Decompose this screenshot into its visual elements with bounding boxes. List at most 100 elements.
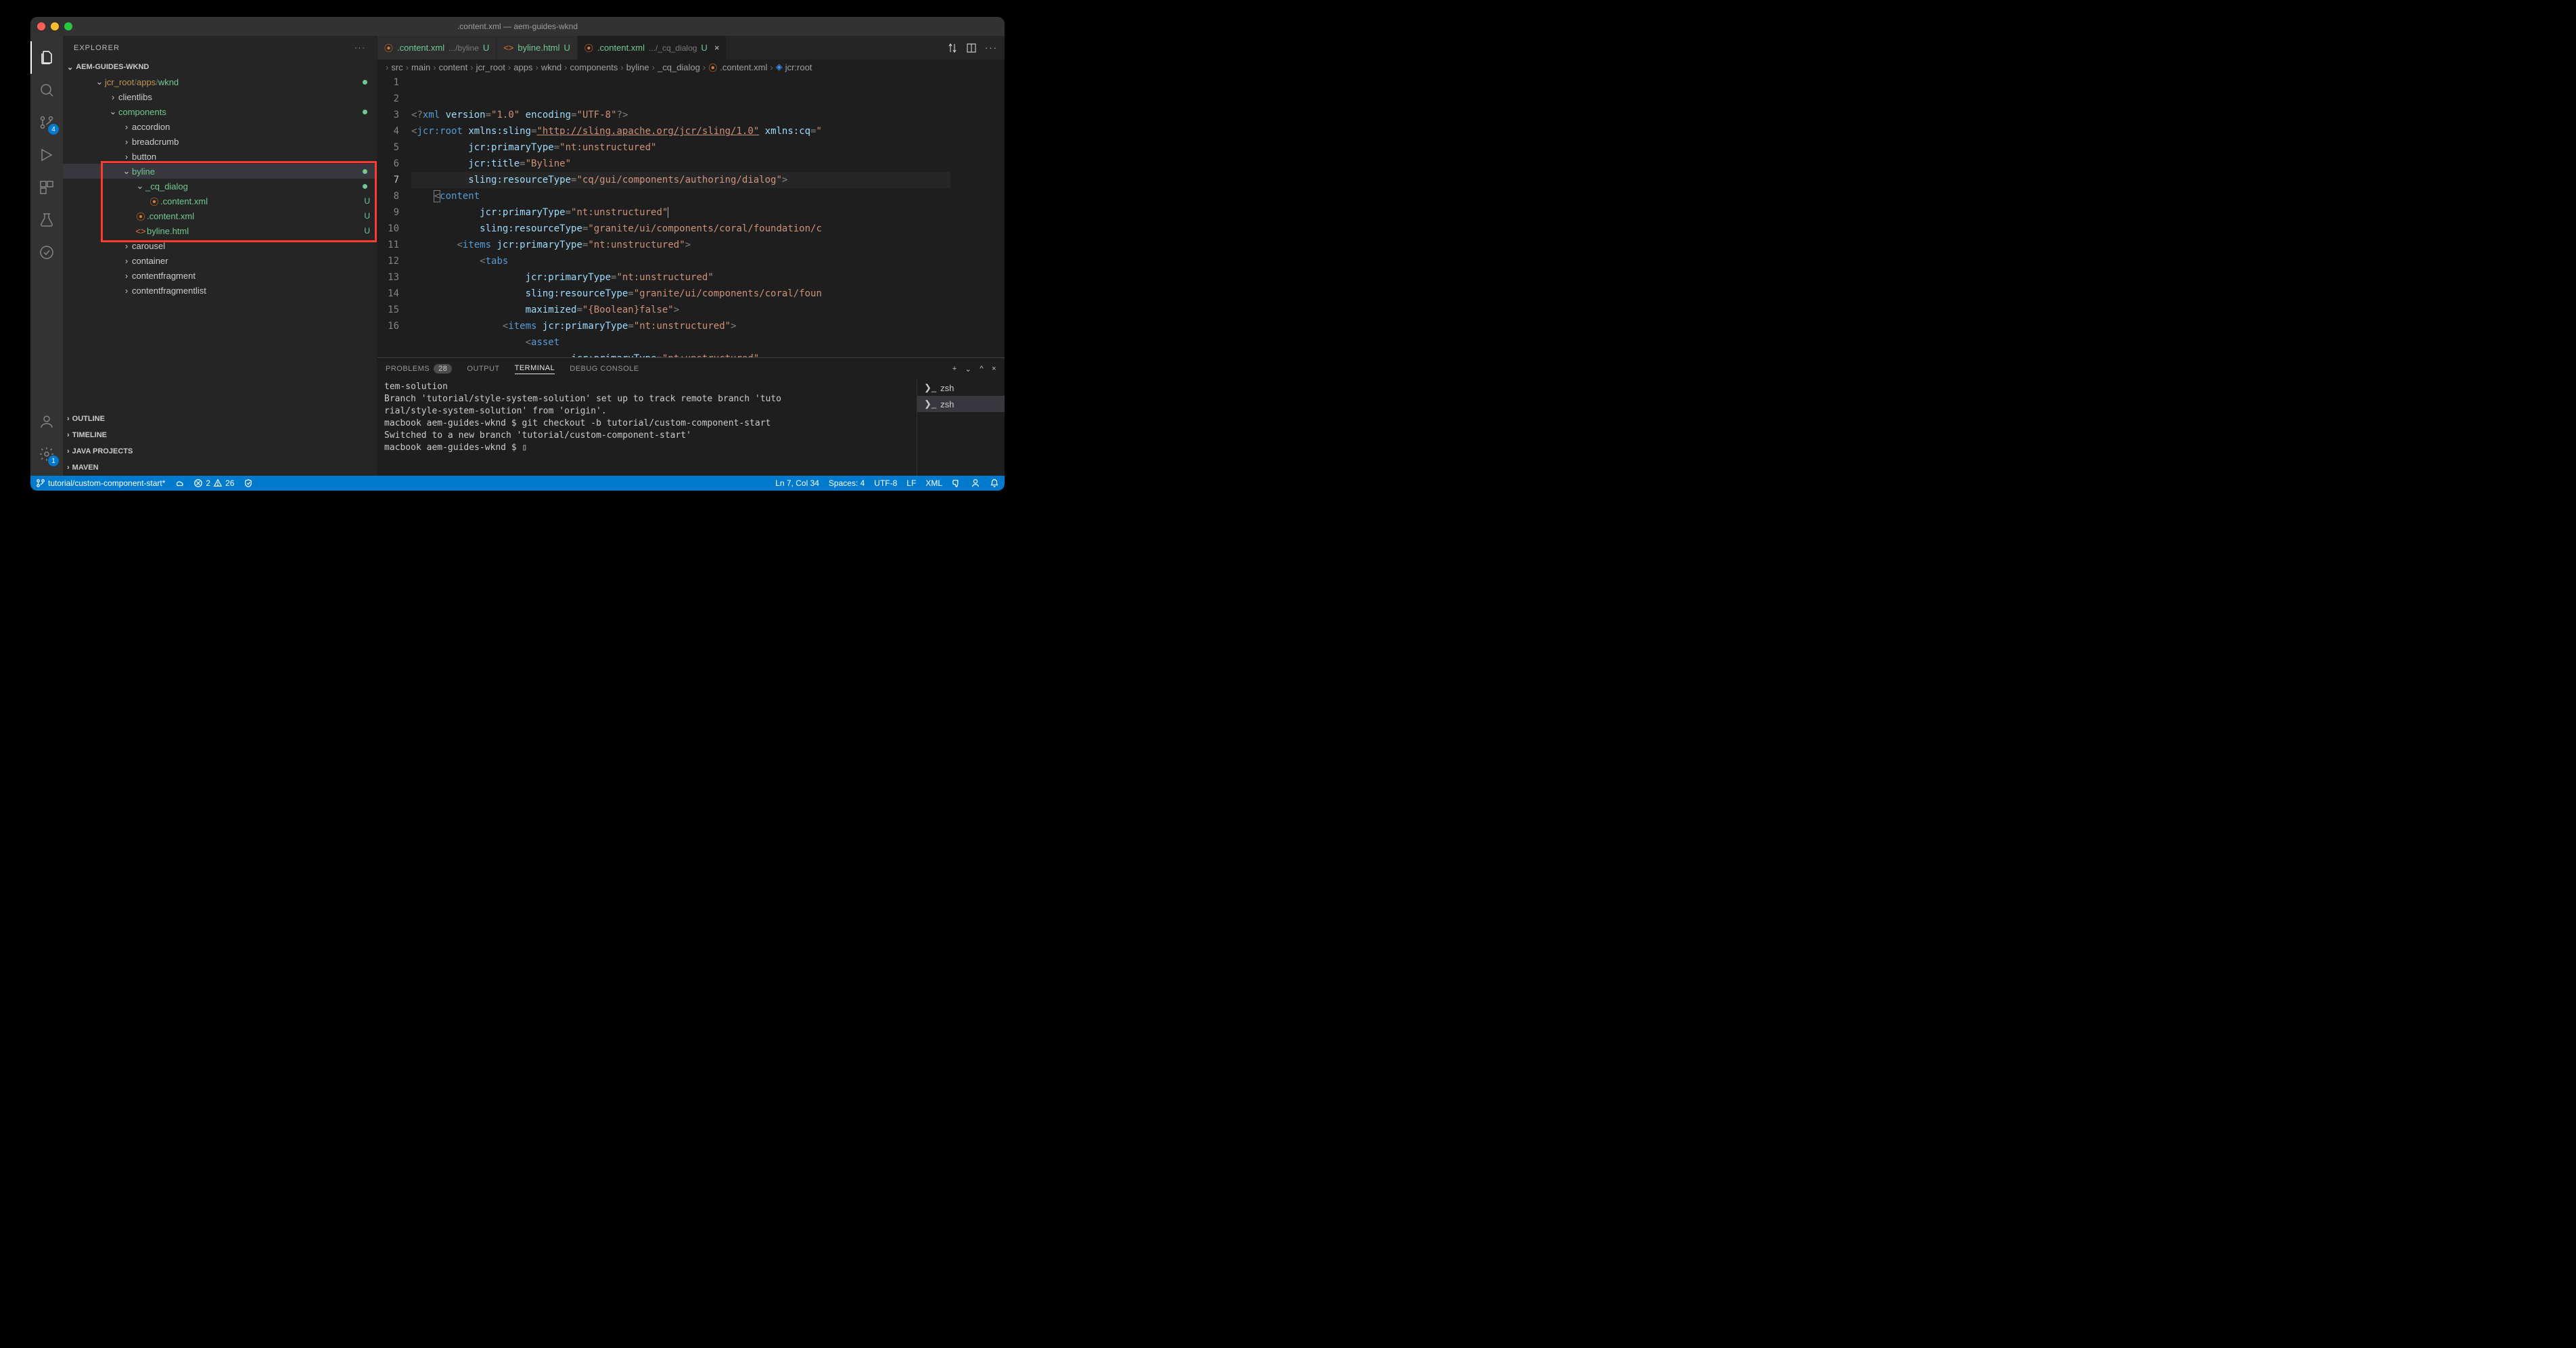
editor-group: ⦿ .content.xml .../byline U <> byline.ht… bbox=[377, 36, 1005, 476]
terminal-item-zsh-1[interactable]: ❯_zsh bbox=[917, 380, 1005, 396]
tree-folder-breadcrumb[interactable]: ›breadcrumb bbox=[63, 134, 377, 149]
tree-folder-contentfragment[interactable]: ›contentfragment bbox=[63, 268, 377, 283]
file-tree: ⌄ jcr_root/apps/wknd ›clientlibs ⌄compon… bbox=[63, 74, 377, 411]
run-debug-tab[interactable] bbox=[30, 139, 63, 171]
extensions-tab[interactable] bbox=[30, 171, 63, 204]
window-title: .content.xml — aem-guides-wknd bbox=[30, 22, 1005, 31]
scm-badge: 4 bbox=[48, 124, 59, 135]
tree-file-byline-html[interactable]: <>byline.htmlU bbox=[63, 223, 377, 238]
terminal-item-zsh-2[interactable]: ❯_zsh bbox=[917, 396, 1005, 412]
chevron-down-icon: ⌄ bbox=[67, 63, 73, 72]
testing-tab[interactable] bbox=[30, 204, 63, 236]
status-notifications[interactable] bbox=[990, 478, 999, 488]
close-panel-icon[interactable]: × bbox=[992, 365, 996, 374]
status-eol[interactable]: LF bbox=[906, 478, 916, 488]
account-icon bbox=[39, 413, 55, 430]
tree-folder-cq-dialog[interactable]: ⌄_cq_dialog bbox=[63, 179, 377, 194]
chevron-right-icon: › bbox=[67, 447, 70, 455]
status-feedback[interactable] bbox=[952, 478, 961, 488]
status-live-share[interactable] bbox=[971, 478, 980, 488]
close-icon[interactable]: × bbox=[714, 43, 720, 53]
chevron-right-icon: › bbox=[67, 431, 70, 439]
tree-folder-contentfragmentlist[interactable]: ›contentfragmentlist bbox=[63, 283, 377, 298]
settings-tab[interactable]: 1 bbox=[30, 438, 63, 470]
chevron-right-icon: › bbox=[121, 256, 132, 266]
status-language[interactable]: XML bbox=[925, 478, 942, 488]
chevron-right-icon: › bbox=[121, 241, 132, 251]
status-branch[interactable]: tutorial/custom-component-start* bbox=[36, 478, 165, 488]
tree-file-content-xml-a[interactable]: ⦿.content.xmlU bbox=[63, 194, 377, 208]
chevron-right-icon: › bbox=[121, 271, 132, 281]
more-icon[interactable]: ··· bbox=[985, 43, 998, 53]
tab-content-xml-cqdialog[interactable]: ⦿ .content.xml .../_cq_dialog U × bbox=[578, 36, 727, 60]
untracked-status: U bbox=[364, 226, 370, 235]
tree-folder-carousel[interactable]: ›carousel bbox=[63, 238, 377, 253]
minimap[interactable] bbox=[950, 74, 1005, 357]
settings-badge: 1 bbox=[48, 455, 59, 466]
panel-tab-terminal[interactable]: TERMINAL bbox=[515, 364, 555, 374]
status-cursor[interactable]: Ln 7, Col 34 bbox=[775, 478, 819, 488]
code-editor[interactable]: 12345678910111213141516 <?xml version="1… bbox=[377, 74, 1005, 357]
rss-icon: ⦿ bbox=[148, 195, 160, 208]
search-tab[interactable] bbox=[30, 74, 63, 106]
tab-byline-html[interactable]: <> byline.html U bbox=[497, 36, 578, 60]
tree-folder-accordion[interactable]: ›accordion bbox=[63, 119, 377, 134]
tree-folder-byline[interactable]: ⌄byline bbox=[63, 164, 377, 179]
rss-icon: ⦿ bbox=[135, 210, 147, 223]
rss-icon: ⦿ bbox=[384, 41, 393, 54]
minimize-window-button[interactable] bbox=[51, 22, 59, 30]
status-sync[interactable] bbox=[175, 478, 184, 488]
accounts-tab[interactable] bbox=[30, 405, 63, 438]
compare-icon[interactable] bbox=[947, 43, 958, 53]
status-problems[interactable]: 2 26 bbox=[193, 478, 234, 488]
tree-folder-path[interactable]: ⌄ jcr_root/apps/wknd bbox=[63, 74, 377, 89]
tree-folder-button[interactable]: ›button bbox=[63, 149, 377, 164]
chevron-right-icon: › bbox=[108, 92, 118, 102]
more-icon[interactable]: ··· bbox=[354, 44, 366, 52]
project-name: AEM-GUIDES-WKND bbox=[76, 63, 149, 71]
untracked-status: U bbox=[364, 211, 370, 221]
outline-section[interactable]: ›OUTLINE bbox=[63, 411, 377, 427]
extensions-icon bbox=[39, 179, 55, 196]
tab-content-xml-byline[interactable]: ⦿ .content.xml .../byline U bbox=[377, 36, 497, 60]
rss-icon: ⦿ bbox=[708, 61, 717, 74]
split-editor-icon[interactable] bbox=[966, 43, 977, 53]
java-projects-section[interactable]: ›JAVA PROJECTS bbox=[63, 443, 377, 459]
terminal-icon: ❯_ bbox=[924, 399, 936, 409]
breadcrumb[interactable]: ›src ›main ›content ›jcr_root ›apps ›wkn… bbox=[377, 60, 1005, 74]
new-terminal-icon[interactable]: + bbox=[952, 365, 957, 374]
line-gutter: 12345678910111213141516 bbox=[377, 74, 411, 357]
search-icon bbox=[39, 82, 55, 98]
maximize-window-button[interactable] bbox=[64, 22, 72, 30]
modified-dot-icon bbox=[363, 110, 367, 114]
close-window-button[interactable] bbox=[37, 22, 45, 30]
source-control-tab[interactable]: 4 bbox=[30, 106, 63, 139]
terminal-icon: ❯_ bbox=[924, 382, 936, 393]
project-header[interactable]: ⌄ AEM-GUIDES-WKND bbox=[63, 60, 377, 74]
bottom-panel: PROBLEMS28 OUTPUT TERMINAL DEBUG CONSOLE… bbox=[377, 357, 1005, 476]
panel-tab-debug[interactable]: DEBUG CONSOLE bbox=[570, 365, 639, 373]
beaker-icon bbox=[39, 212, 55, 228]
problems-count: 28 bbox=[434, 364, 452, 374]
tree-folder-components[interactable]: ⌄components bbox=[63, 104, 377, 119]
bell-icon bbox=[990, 478, 999, 488]
terminal-dropdown-icon[interactable]: ⌄ bbox=[965, 365, 972, 374]
explorer-tab[interactable] bbox=[30, 41, 63, 74]
tree-folder-container[interactable]: ›container bbox=[63, 253, 377, 268]
status-encoding[interactable]: UTF-8 bbox=[874, 478, 897, 488]
todo-tab[interactable] bbox=[30, 236, 63, 269]
explorer-sidebar: EXPLORER ··· ⌄ AEM-GUIDES-WKND ⌄ jcr_roo… bbox=[63, 36, 377, 476]
status-spaces[interactable]: Spaces: 4 bbox=[829, 478, 865, 488]
maven-section[interactable]: ›MAVEN bbox=[63, 459, 377, 476]
timeline-section[interactable]: ›TIMELINE bbox=[63, 427, 377, 443]
terminal-list: ❯_zsh ❯_zsh bbox=[917, 380, 1005, 476]
shield-icon bbox=[244, 478, 253, 488]
symbol-icon: ◈ bbox=[776, 62, 783, 72]
tree-file-content-xml-b[interactable]: ⦿.content.xmlU bbox=[63, 208, 377, 223]
terminal-output[interactable]: tem-solution Branch 'tutorial/style-syst… bbox=[377, 380, 917, 476]
maximize-panel-icon[interactable]: ^ bbox=[980, 365, 984, 374]
panel-tab-problems[interactable]: PROBLEMS28 bbox=[386, 364, 452, 374]
status-ports[interactable] bbox=[244, 478, 253, 488]
tree-folder-clientlibs[interactable]: ›clientlibs bbox=[63, 89, 377, 104]
panel-tab-output[interactable]: OUTPUT bbox=[467, 365, 499, 373]
